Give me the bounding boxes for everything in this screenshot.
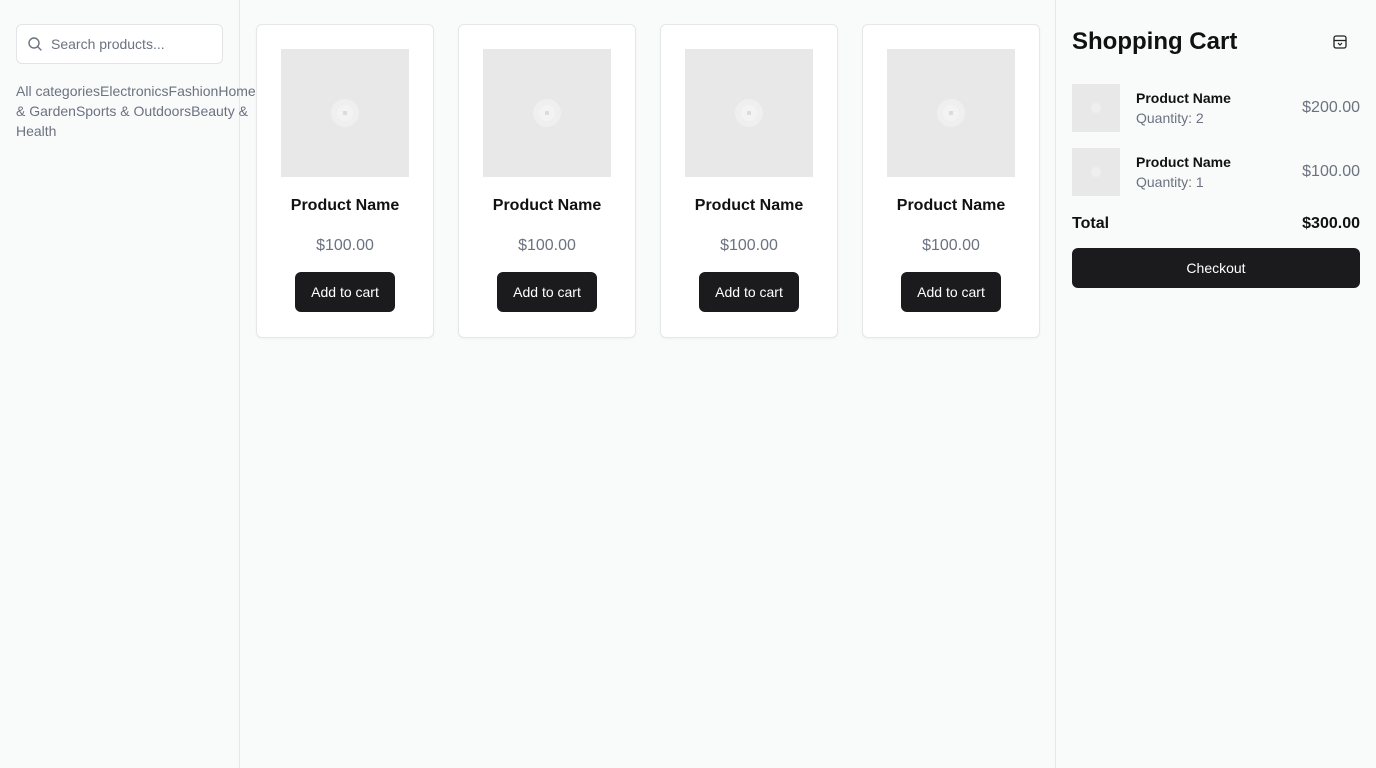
image-placeholder-icon bbox=[937, 99, 965, 127]
product-name: Product Name bbox=[896, 197, 1006, 214]
cart-item-image bbox=[1072, 84, 1120, 132]
add-to-cart-button[interactable]: Add to cart bbox=[699, 272, 799, 312]
product-card: Product Name $100.00 Add to cart bbox=[458, 24, 636, 338]
cart-item-info: Product Name Quantity: 2 bbox=[1136, 88, 1302, 128]
image-placeholder-icon bbox=[331, 99, 359, 127]
image-placeholder-icon bbox=[1091, 167, 1101, 177]
category-all[interactable]: All categories bbox=[16, 83, 100, 99]
cart-item-price: $200.00 bbox=[1302, 99, 1360, 116]
search-input[interactable] bbox=[51, 36, 211, 52]
cart-item-quantity: Quantity: 1 bbox=[1136, 174, 1204, 190]
cart-item-info: Product Name Quantity: 1 bbox=[1136, 152, 1302, 192]
cart-header: Shopping Cart bbox=[1072, 24, 1360, 60]
cart-total-row: Total $300.00 bbox=[1072, 212, 1360, 236]
cart-toggle-button[interactable] bbox=[1328, 30, 1352, 54]
cart-item-name: Product Name bbox=[1136, 90, 1231, 106]
cart-total-label: Total bbox=[1072, 215, 1110, 232]
cart-panel: Shopping Cart Product Name Quantity: 2 $… bbox=[1055, 0, 1376, 768]
category-sports-outdoors[interactable]: Sports & Outdoors bbox=[76, 103, 191, 119]
cart-item-quantity: Quantity: 2 bbox=[1136, 110, 1204, 126]
product-image bbox=[281, 49, 409, 177]
product-price: $100.00 bbox=[720, 237, 778, 254]
image-placeholder-icon bbox=[1091, 103, 1101, 113]
product-image bbox=[887, 49, 1015, 177]
search-box[interactable] bbox=[16, 24, 223, 64]
cart-item-list: Product Name Quantity: 2 $200.00 Product… bbox=[1072, 84, 1360, 196]
cart-item-name: Product Name bbox=[1136, 154, 1231, 170]
product-area: Product Name $100.00 Add to cart Product… bbox=[240, 0, 1056, 768]
add-to-cart-button[interactable]: Add to cart bbox=[901, 272, 1001, 312]
product-price: $100.00 bbox=[922, 237, 980, 254]
image-placeholder-icon bbox=[735, 99, 763, 127]
category-list: All categoriesElectronicsFashionHome & G… bbox=[16, 81, 256, 141]
image-placeholder-icon bbox=[533, 99, 561, 127]
add-to-cart-button[interactable]: Add to cart bbox=[295, 272, 395, 312]
product-card: Product Name $100.00 Add to cart bbox=[660, 24, 838, 338]
search-icon bbox=[28, 37, 42, 51]
cart-total-value: $300.00 bbox=[1302, 215, 1360, 232]
product-name: Product Name bbox=[492, 197, 602, 214]
product-price: $100.00 bbox=[518, 237, 576, 254]
cart-title: Shopping Cart bbox=[1072, 28, 1238, 55]
product-price: $100.00 bbox=[316, 237, 374, 254]
cart-item-price: $100.00 bbox=[1302, 163, 1360, 180]
cart-item: Product Name Quantity: 2 $200.00 bbox=[1072, 84, 1360, 132]
cart-item: Product Name Quantity: 1 $100.00 bbox=[1072, 148, 1360, 196]
category-fashion[interactable]: Fashion bbox=[169, 83, 219, 99]
sidebar: All categoriesElectronicsFashionHome & G… bbox=[0, 0, 256, 768]
archive-icon bbox=[1333, 35, 1347, 49]
cart-item-image bbox=[1072, 148, 1120, 196]
product-image bbox=[483, 49, 611, 177]
product-grid: Product Name $100.00 Add to cart Product… bbox=[256, 24, 1040, 338]
category-electronics[interactable]: Electronics bbox=[100, 83, 168, 99]
checkout-button[interactable]: Checkout bbox=[1072, 248, 1360, 288]
product-name: Product Name bbox=[694, 197, 804, 214]
product-image bbox=[685, 49, 813, 177]
add-to-cart-button[interactable]: Add to cart bbox=[497, 272, 597, 312]
product-name: Product Name bbox=[290, 197, 400, 214]
product-card: Product Name $100.00 Add to cart bbox=[862, 24, 1040, 338]
product-card: Product Name $100.00 Add to cart bbox=[256, 24, 434, 338]
